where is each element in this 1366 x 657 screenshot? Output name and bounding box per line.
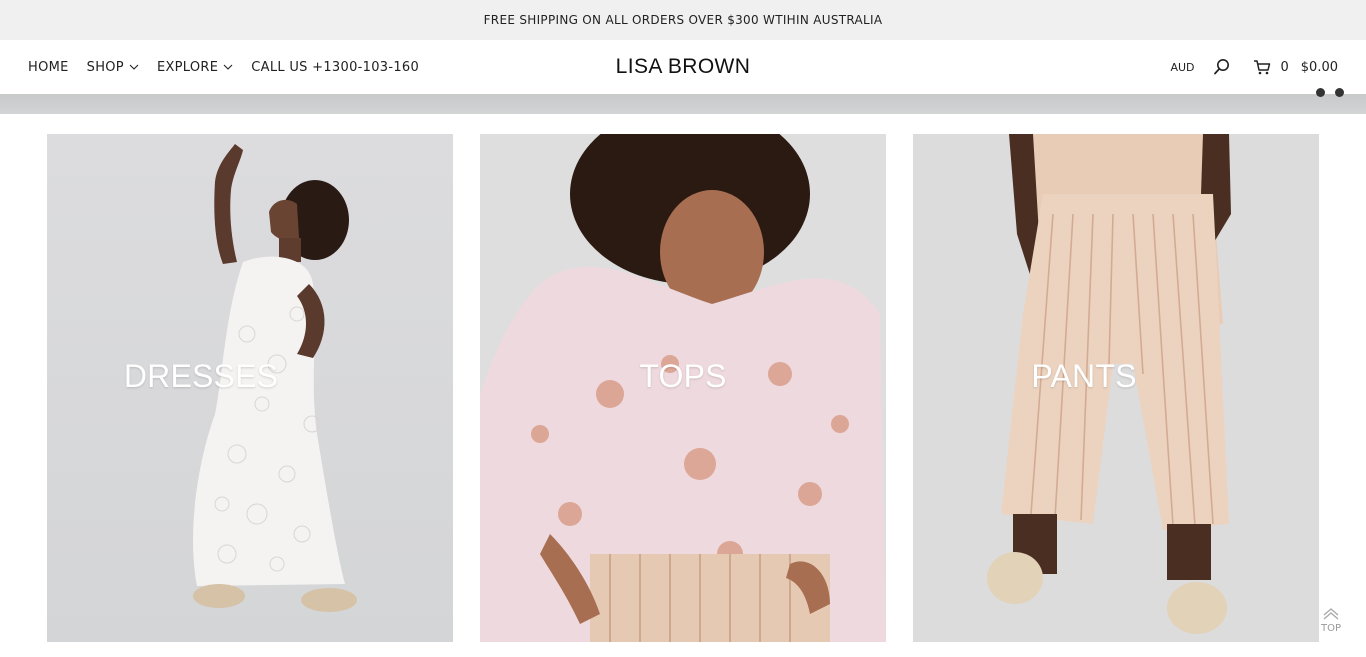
nav-shop-label: SHOP: [86, 59, 124, 75]
currency-selector[interactable]: AUD: [1170, 61, 1194, 74]
category-tile-dresses[interactable]: DRESSES: [47, 134, 453, 642]
header-actions: AUD 0 $0.00: [1170, 40, 1338, 94]
announcement-bar: FREE SHIPPING ON ALL ORDERS OVER $300 WT…: [0, 0, 1366, 40]
nav-call[interactable]: CALL US +1300-103-160: [251, 60, 419, 75]
chevron-up-icon: [1322, 606, 1340, 622]
hero-slider-edge: [0, 88, 1366, 114]
site-header: HOME SHOP EXPLORE CALL US +1300-103-160 …: [0, 40, 1366, 94]
main-nav: HOME SHOP EXPLORE CALL US +1300-103-160: [28, 40, 437, 94]
back-to-top-label: TOP: [1320, 623, 1341, 634]
category-label-pants: PANTS: [1031, 358, 1137, 394]
nav-explore[interactable]: EXPLORE: [157, 60, 233, 75]
cart-icon[interactable]: [1253, 58, 1271, 76]
cart-total[interactable]: $0.00: [1301, 60, 1338, 75]
slider-dot[interactable]: [1316, 88, 1325, 97]
nav-explore-label: EXPLORE: [156, 59, 219, 75]
search-icon[interactable]: [1213, 58, 1231, 76]
category-tile-pants[interactable]: PANTS: [913, 134, 1319, 642]
slider-dots: [1316, 88, 1344, 97]
category-label-dresses: DRESSES: [123, 358, 279, 394]
brand-logo[interactable]: LISA BROWN: [583, 40, 783, 94]
nav-call-label: CALL US +1300-103-160: [251, 59, 420, 75]
category-tile-tops[interactable]: TOPS: [480, 134, 886, 642]
announcement-text: FREE SHIPPING ON ALL ORDERS OVER $300 WT…: [483, 13, 883, 27]
back-to-top-button[interactable]: TOP: [1316, 606, 1346, 646]
nav-home-label: HOME: [28, 59, 69, 75]
nav-shop[interactable]: SHOP: [87, 60, 139, 75]
nav-home[interactable]: HOME: [28, 60, 69, 75]
chevron-down-icon: [223, 62, 233, 72]
slider-dot[interactable]: [1335, 88, 1344, 97]
chevron-down-icon: [129, 62, 139, 72]
category-label-tops: TOPS: [639, 358, 727, 394]
cart-count[interactable]: 0: [1281, 60, 1289, 75]
